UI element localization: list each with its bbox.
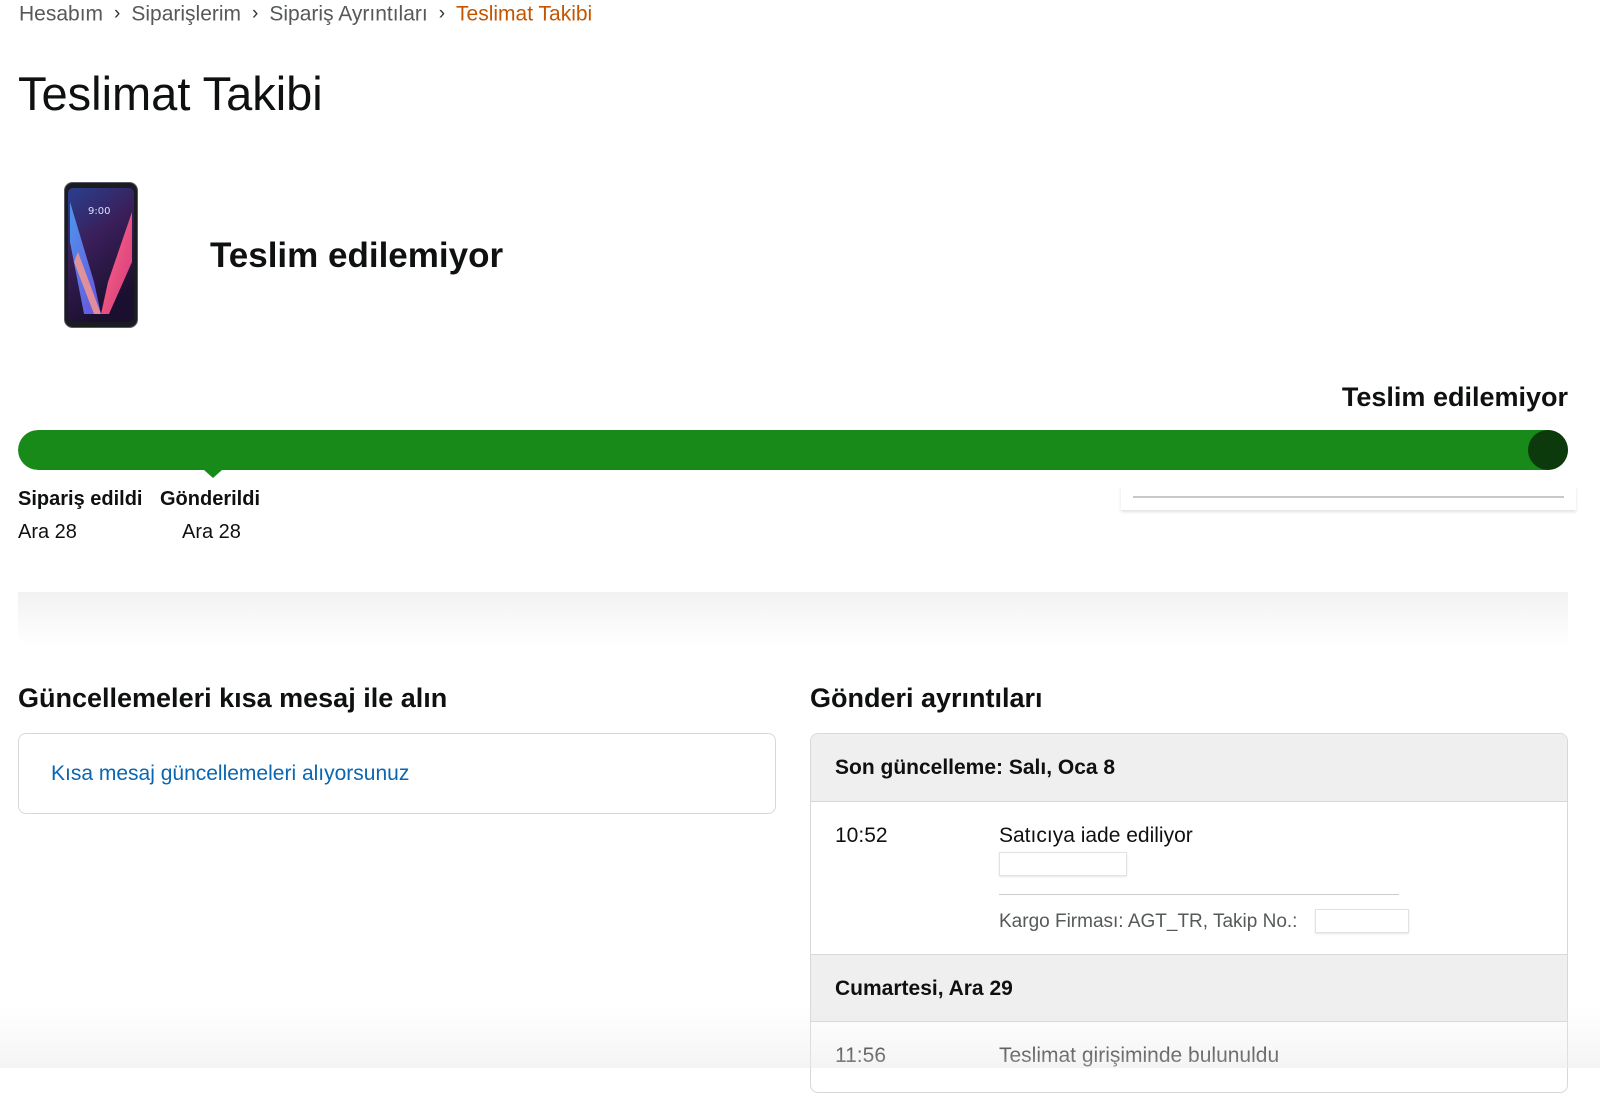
phone-screen-clock: 9:00: [88, 206, 110, 217]
breadcrumb-current: Teslimat Takibi: [456, 2, 593, 26]
shipment-details-box: Son güncelleme: Salı, Oca 8 10:52 Satıcı…: [810, 733, 1568, 1093]
redacted-panel: [1121, 486, 1576, 510]
event-separator: [999, 894, 1399, 895]
breadcrumb: Hesabım › Siparişlerim › Sipariş Ayrıntıları…: [19, 2, 592, 26]
page-title: Teslimat Takibi: [18, 67, 323, 120]
milestone-label: Gönderildi: [160, 488, 260, 510]
redacted-line: [1133, 496, 1564, 498]
breadcrumb-chevron-icon: ›: [114, 3, 121, 25]
sms-section-title: Güncellemeleri kısa mesaj ile alın: [18, 683, 448, 713]
breadcrumb-order-details-link[interactable]: Sipariş Ayrıntıları: [269, 2, 427, 25]
progress-end-marker: [1528, 430, 1568, 470]
event-description: Teslimat girişiminde bulunuldu: [999, 1044, 1280, 1067]
redacted-tracking-number: [1315, 909, 1409, 933]
carrier-info: Kargo Firması: AGT_TR, Takip No.:: [999, 911, 1298, 932]
milestone-shipped: Gönderildi Ara 28: [160, 488, 260, 544]
breadcrumb-chevron-icon: ›: [438, 3, 446, 25]
redacted-location: [999, 852, 1127, 876]
event-description: Satıcıya iade ediliyor: [999, 824, 1193, 847]
event-time: 11:56: [835, 1044, 886, 1067]
phone-product-image[interactable]: 9:00: [64, 182, 138, 328]
breadcrumb-chevron-icon: ›: [252, 3, 259, 25]
shipment-details-title: Gönderi ayrıntıları: [810, 683, 1043, 713]
sms-updates-box: Kısa mesaj güncellemeleri alıyorsunuz: [18, 733, 776, 814]
progress-fill: [18, 430, 1568, 470]
progress-status-label: Teslim edilemiyor: [1341, 382, 1568, 412]
milestone-date: Ara 28: [18, 521, 77, 543]
delivery-status-heading: Teslim edilemiyor: [210, 236, 504, 275]
milestone-ordered: Sipariş edildi Ara 28: [18, 488, 142, 544]
day-header-label: Son güncelleme: Salı, Oca 8: [835, 756, 1116, 779]
section-divider: [18, 592, 1568, 647]
milestone-label: Sipariş edildi: [18, 488, 143, 510]
event-time: 10:52: [835, 824, 888, 847]
delivery-progress-bar: [18, 430, 1568, 470]
breadcrumb-orders-link[interactable]: Siparişlerim: [131, 2, 241, 25]
day-header: Cumartesi, Ara 29: [811, 954, 1567, 1022]
progress-pointer-icon: [204, 470, 222, 478]
milestone-date: Ara 28: [182, 521, 241, 543]
sms-updates-link[interactable]: Kısa mesaj güncellemeleri alıyorsunuz: [51, 762, 409, 786]
day-header: Son güncelleme: Salı, Oca 8: [811, 734, 1567, 802]
breadcrumb-account-link[interactable]: Hesabım: [19, 2, 103, 25]
day-header-label: Cumartesi, Ara 29: [835, 977, 1013, 1000]
